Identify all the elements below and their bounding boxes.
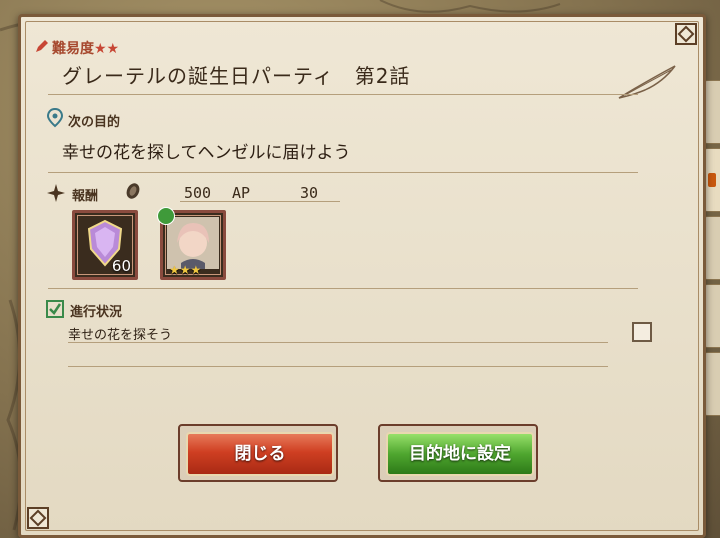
difficulty-row: 難易度★★ [52,38,119,58]
quill-icon [618,65,676,99]
divider [68,342,608,343]
ap-amount: 30 [300,184,319,202]
coin-icon [126,183,140,199]
divider [68,366,608,367]
reward-item-character[interactable]: ★★★ [157,207,226,280]
element-badge-icon [157,207,175,225]
sparkle-icon [47,184,65,202]
set-destination-button[interactable]: 目的地に設定 [386,432,534,476]
location-pin-icon [46,108,64,128]
reward-label: 報酬 [72,189,99,204]
goal-label: 次の目的 [68,115,121,130]
corner-ornament-icon [27,507,49,529]
character-portrait-icon [167,217,219,269]
difficulty-stars: ★★ [94,41,120,57]
goal-text: 幸せの花を探してヘンゼルに届けよう [62,143,351,163]
task-text: 幸せの花を探そう [68,328,173,343]
close-button[interactable]: 閉じる [186,432,334,476]
checkbox-checked-icon [46,300,64,318]
ap-label: AP [232,184,251,202]
corner-ornament-icon [675,23,697,45]
item-count: 60 [111,257,131,275]
divider [48,288,638,289]
set-destination-button-frame: 目的地に設定 [378,424,538,482]
rarity-stars: ★★★ [169,263,202,277]
divider [48,172,638,173]
coin-amount: 500 [184,184,212,202]
divider [48,94,638,95]
quest-title: グレーテルの誕生日パーティ 第2話 [62,64,411,88]
task-checkbox[interactable] [632,322,652,342]
difficulty-label: 難易度 [52,41,94,57]
progress-label: 進行状況 [70,305,123,320]
reward-item-crystal[interactable]: 60 [72,210,138,280]
divider [180,201,340,202]
pencil-icon [36,40,48,52]
close-button-frame: 閉じる [178,424,338,482]
